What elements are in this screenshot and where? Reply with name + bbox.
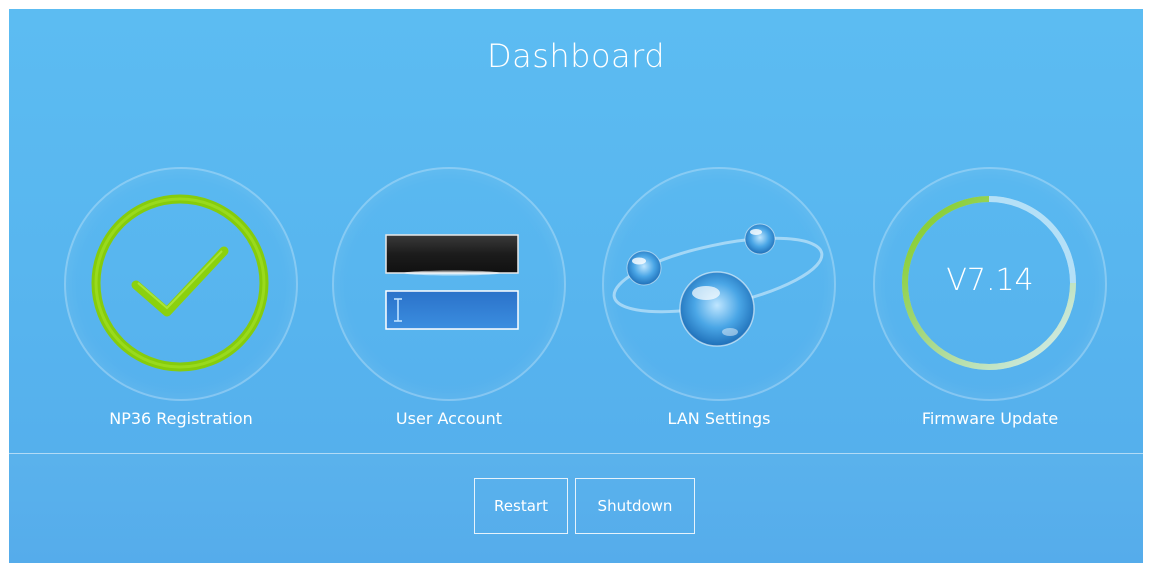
tile-label: LAN Settings <box>667 409 771 428</box>
shutdown-button[interactable]: Shutdown <box>575 478 695 534</box>
tile-np36-registration[interactable]: NP36 Registration <box>64 167 298 437</box>
page-title: Dashboard <box>486 37 666 75</box>
network-orbs-icon <box>602 167 836 401</box>
checkmark-icon <box>64 167 298 401</box>
tile-label: NP36 Registration <box>109 409 253 428</box>
restart-button[interactable]: Restart <box>474 478 568 534</box>
tile-firmware-update[interactable]: V7.14 Firmware Update <box>873 167 1107 437</box>
login-fields-icon <box>332 167 566 401</box>
tile-user-account[interactable]: User Account <box>332 167 566 437</box>
tile-lan-settings[interactable]: LAN Settings <box>602 167 836 437</box>
tile-label: User Account <box>395 409 503 428</box>
tile-label: Firmware Update <box>921 409 1059 428</box>
dashboard-panel: Dashboard NP36 Registration User Account… <box>9 9 1143 563</box>
firmware-version-text: V7.14 <box>946 263 1034 298</box>
